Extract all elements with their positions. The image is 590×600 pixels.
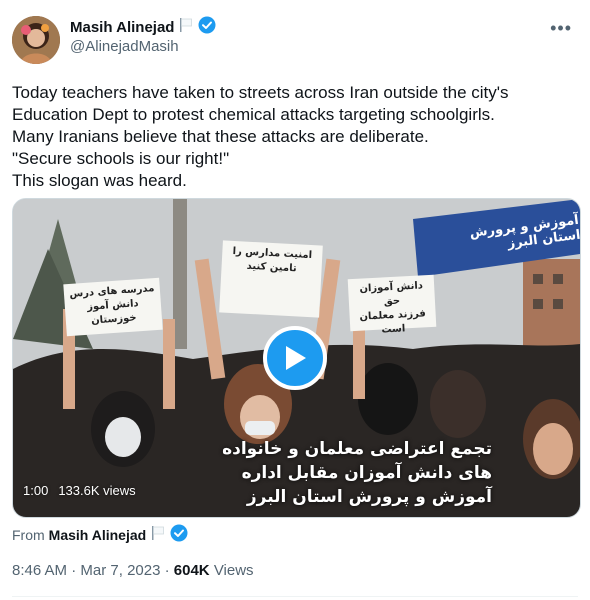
tweet-text: Today teachers have taken to streets acr…: [12, 82, 578, 192]
video-meta: 1:00 133.6K views: [23, 483, 136, 498]
from-author-name[interactable]: Masih Alinejad: [49, 527, 147, 543]
verified-badge-icon: [170, 524, 188, 545]
tweet-line: Today teachers have taken to streets acr…: [12, 83, 509, 102]
protest-sign-center: امنیت مدارس را تامین کنید: [219, 240, 323, 318]
play-icon: [286, 346, 306, 370]
tweet-meta: 8:46 AM · Mar 7, 2023 · 604K Views: [12, 562, 254, 579]
verified-badge-icon: [198, 16, 216, 39]
tweet-line: This slogan was heard.: [12, 171, 187, 190]
views-label: Views: [213, 562, 254, 579]
author-name-row: Masih Alinejad: [70, 16, 216, 39]
white-flag-icon: [178, 17, 194, 38]
divider: [12, 596, 578, 597]
tweet-line: "Secure schools is our right!": [12, 149, 230, 168]
video-views: 133.6K views: [58, 483, 136, 498]
from-attribution: From Masih Alinejad: [12, 524, 188, 545]
views-count: 604K: [173, 562, 210, 579]
sign-line: فرزند معلمان است: [359, 308, 427, 336]
video-duration: 1:00: [23, 483, 49, 498]
author-name[interactable]: Masih Alinejad: [70, 19, 174, 36]
author-handle[interactable]: @AlinejadMasih: [70, 38, 179, 55]
caption-line: آموزش و پرورش استان البرز: [246, 487, 492, 507]
meta-separator: ·: [164, 562, 170, 579]
video-player[interactable]: آموزش و پرورش استان البرز امنیت مدارس را…: [12, 198, 581, 518]
play-button[interactable]: [263, 326, 327, 390]
protest-sign-right: دانش آموزان حق فرزند معلمان است: [347, 274, 437, 336]
caption-line: های دانش آموزان مقابل اداره: [241, 463, 492, 483]
meta-separator: ·: [71, 562, 77, 579]
tweet-line: Many Iranians believe that these attacks…: [12, 127, 429, 146]
sign-line: دانش آموزان حق: [359, 280, 424, 308]
protest-sign-left: مدرسه های درس دانش آموز خوزستان: [63, 277, 163, 337]
tweet-time[interactable]: 8:46 AM: [12, 562, 67, 579]
tweet-card: Masih Alinejad @AlinejadMasih ••• Today …: [0, 0, 590, 600]
tweet-line: Education Dept to protest chemical attac…: [12, 105, 495, 124]
tweet-date[interactable]: Mar 7, 2023: [80, 562, 160, 579]
caption-line: تجمع اعتراضی معلمان و خانواده: [222, 439, 492, 459]
more-icon[interactable]: •••: [550, 18, 572, 39]
from-label: From: [12, 526, 45, 543]
white-flag-icon: [150, 525, 166, 544]
avatar[interactable]: [12, 16, 60, 64]
video-caption: تجمع اعتراضی معلمان و خانواده های دانش آ…: [222, 437, 492, 509]
